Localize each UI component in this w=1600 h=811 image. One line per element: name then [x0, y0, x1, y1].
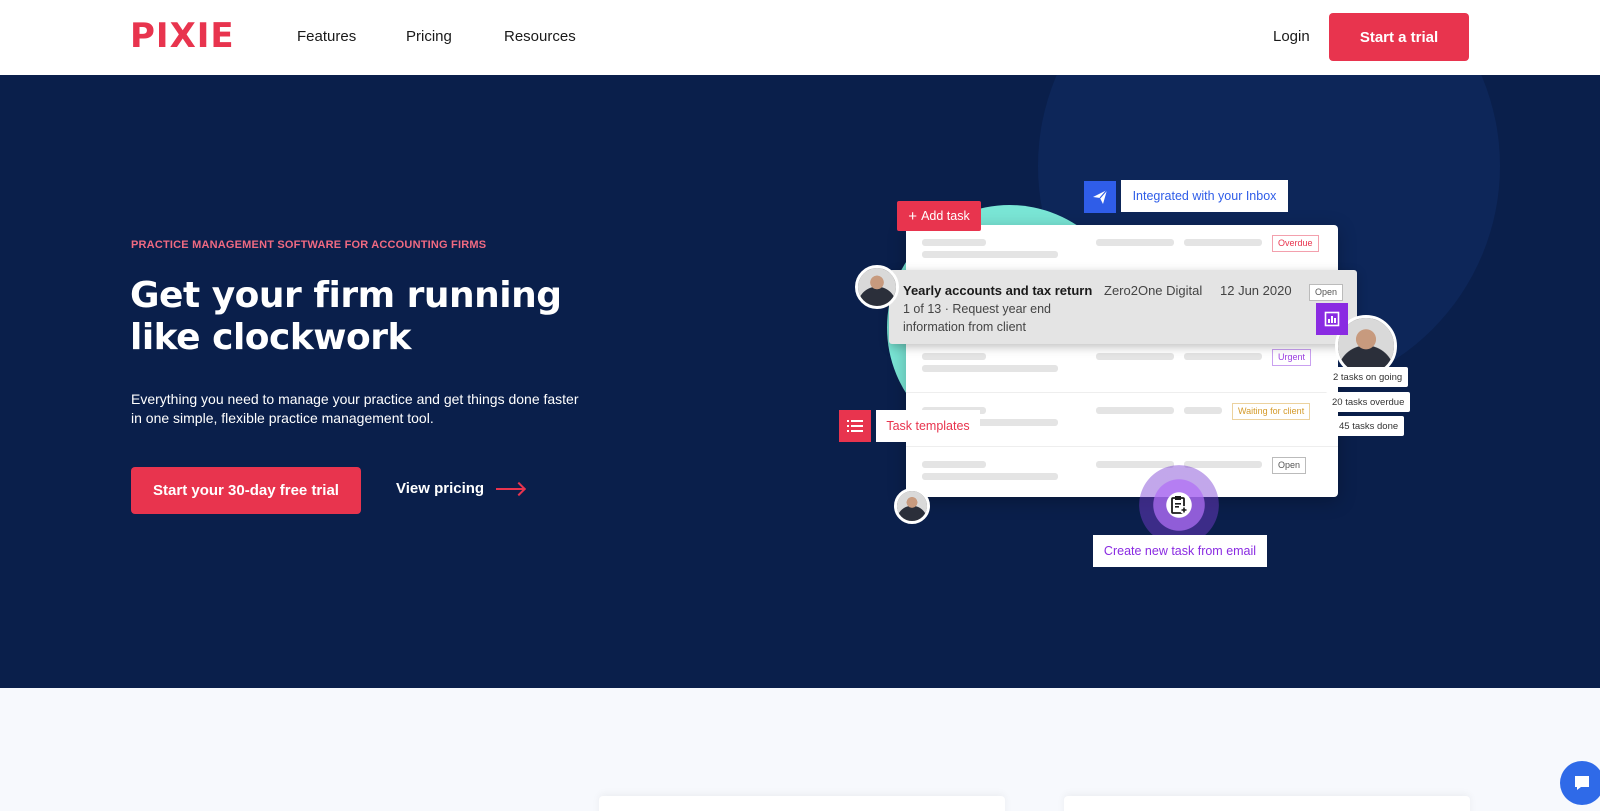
view-pricing-link[interactable]: View pricing	[396, 479, 525, 499]
avatar	[894, 488, 930, 524]
task-templates-label: Task templates	[876, 410, 980, 442]
add-task-label: Add task	[921, 209, 970, 223]
free-trial-button[interactable]: Start your 30-day free trial	[131, 467, 361, 514]
avatar	[855, 265, 899, 309]
features-section	[0, 688, 1600, 811]
task-status-badge: Open	[1309, 284, 1344, 301]
status-badge-overdue: Overdue	[1272, 235, 1319, 252]
plus-icon: +	[908, 207, 918, 225]
arrow-right-icon	[496, 488, 525, 490]
view-pricing-label: View pricing	[396, 480, 485, 497]
status-badge-urgent: Urgent	[1272, 349, 1312, 366]
task-title: Yearly accounts and tax return	[903, 283, 1093, 298]
task-client: Zero2One Digital	[1104, 283, 1203, 298]
bar-chart-icon	[1316, 303, 1348, 335]
task-row: Open	[906, 447, 1338, 501]
inbox-integration-label: Integrated with your Inbox	[1121, 180, 1288, 212]
add-task-badge: + Add task	[897, 201, 981, 231]
task-date: 12 Jun 2020	[1220, 283, 1292, 298]
task-subtitle: 1 of 13 · Request year end information f…	[903, 302, 1052, 334]
task-list-card: Overdue Urgent Waiting for client Open	[906, 225, 1338, 497]
stat-overdue: 20 tasks overdue	[1326, 392, 1411, 412]
feature-card	[599, 796, 1005, 811]
status-badge-waiting: Waiting for client	[1232, 403, 1311, 420]
clipboard-add-icon	[1139, 465, 1219, 545]
login-link[interactable]: Login	[1273, 28, 1310, 46]
stat-done: 45 tasks done	[1333, 416, 1405, 436]
hero-eyebrow: PRACTICE MANAGEMENT SOFTWARE FOR ACCOUNT…	[131, 239, 487, 251]
top-nav: PIXIE Features Pricing Resources Login S…	[0, 0, 1600, 75]
status-badge-open: Open	[1272, 457, 1307, 474]
pixie-logo[interactable]: PIXIE	[130, 16, 235, 56]
paper-plane-icon	[1084, 181, 1116, 213]
create-task-from-email-label: Create new task from email	[1093, 535, 1267, 567]
list-icon	[839, 410, 871, 442]
hero-subtext: Everything you need to manage your pract…	[131, 391, 579, 426]
nav-link-resources[interactable]: Resources	[504, 28, 576, 46]
nav-link-features[interactable]: Features	[297, 28, 356, 46]
highlighted-task-card: Yearly accounts and tax return 1 of 13 ·…	[889, 270, 1357, 344]
hero-headline: Get your firm running like clockwork	[130, 275, 562, 358]
start-trial-button[interactable]: Start a trial	[1329, 13, 1469, 61]
chat-icon[interactable]	[1560, 761, 1600, 805]
stat-ongoing: 2 tasks on going	[1327, 367, 1409, 387]
task-row: Urgent	[906, 339, 1338, 393]
hero-section: PRACTICE MANAGEMENT SOFTWARE FOR ACCOUNT…	[0, 75, 1600, 688]
feature-card	[1064, 796, 1470, 811]
nav-link-pricing[interactable]: Pricing	[406, 28, 452, 46]
